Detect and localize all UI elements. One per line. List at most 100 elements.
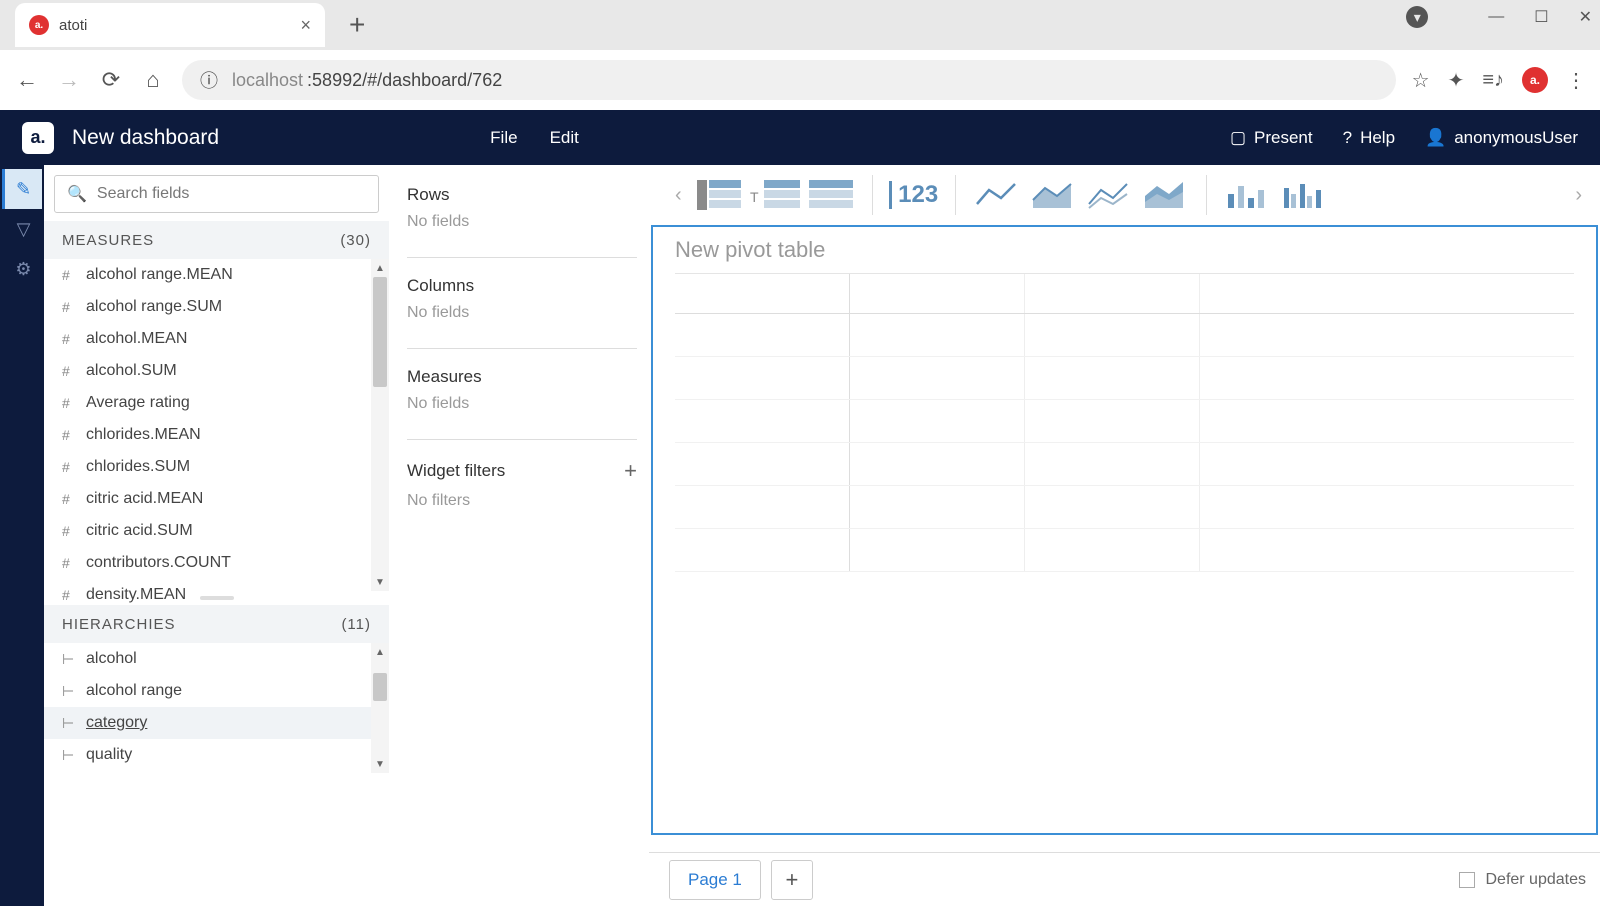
defer-updates[interactable]: Defer updates [1459, 871, 1586, 889]
dropzone-measures[interactable]: Measures No fields [407, 367, 637, 440]
app-header-right: ▢ Present ? Help 👤 anonymousUser [1230, 128, 1578, 148]
hash-icon: # [62, 331, 76, 347]
hierarchy-item-category[interactable]: ⊢category [44, 707, 389, 739]
pivot-header-row [675, 274, 1574, 314]
playlist-icon[interactable]: ≡♪ [1482, 69, 1504, 92]
widget-line-chart-icon[interactable] [972, 177, 1022, 213]
present-icon: ▢ [1230, 128, 1246, 148]
dropzone-filters[interactable]: Widget filters + No filters [407, 458, 637, 536]
filters-title: Widget filters [407, 461, 505, 481]
hash-icon: # [62, 491, 76, 507]
reload-icon[interactable]: ⟳ [98, 67, 124, 93]
forward-icon[interactable]: → [56, 67, 82, 93]
minimize-icon[interactable]: — [1488, 8, 1504, 26]
present-button[interactable]: ▢ Present [1230, 128, 1313, 148]
extensions-icon[interactable]: ✦ [1448, 68, 1465, 93]
back-icon[interactable]: ← [14, 67, 40, 93]
window-controls: ▾ — ☐ ✕ [1406, 6, 1592, 28]
widget-tree-table-icon[interactable]: T [750, 177, 800, 213]
widget-pivot-table-icon[interactable] [694, 177, 744, 213]
maximize-icon[interactable]: ☐ [1534, 7, 1548, 27]
hierarchy-item[interactable]: ⊢alcohol range [44, 675, 389, 707]
hash-icon: # [62, 555, 76, 571]
scroll-thumb[interactable] [373, 277, 387, 387]
measure-item[interactable]: #citric acid.MEAN [44, 483, 389, 515]
toolbar-prev-icon[interactable]: ‹ [669, 184, 688, 207]
info-icon: ⓘ [200, 67, 218, 93]
widget-column-chart-icon[interactable] [1279, 177, 1329, 213]
measures-dz-title: Measures [407, 367, 482, 387]
measure-item[interactable]: #alcohol.SUM [44, 355, 389, 387]
dashboard-title[interactable]: New dashboard [72, 126, 219, 150]
star-icon[interactable]: ☆ [1412, 68, 1430, 93]
widget-multiline-chart-icon[interactable] [1084, 177, 1134, 213]
bottom-bar: Page 1 + Defer updates [649, 852, 1600, 906]
user-menu[interactable]: 👤 anonymousUser [1425, 128, 1578, 148]
filters-empty: No filters [407, 492, 637, 510]
measure-item[interactable]: #citric acid.SUM [44, 515, 389, 547]
measures-scrollbar[interactable]: ▲ ▼ [371, 259, 389, 591]
pivot-row [675, 400, 1574, 443]
rows-empty: No fields [407, 213, 637, 231]
dropzone-columns[interactable]: Columns No fields [407, 276, 637, 349]
scroll-up-icon[interactable]: ▲ [375, 643, 385, 661]
address-bar[interactable]: ⓘ localhost :58992/#/dashboard/762 [182, 60, 1396, 100]
add-filter-icon[interactable]: + [624, 458, 637, 484]
tab-close-icon[interactable]: × [300, 15, 311, 36]
toolbar-next-icon[interactable]: › [1569, 184, 1588, 207]
measures-header[interactable]: MEASURES (30) [44, 221, 389, 259]
user-label: anonymousUser [1454, 128, 1578, 148]
widget-bar-chart-icon[interactable] [1223, 177, 1273, 213]
widget-stacked-area-icon[interactable] [1140, 177, 1190, 213]
dropzone-rows[interactable]: Rows No fields [407, 185, 637, 258]
measures-label: MEASURES [62, 232, 154, 249]
scroll-thumb[interactable] [373, 673, 387, 701]
measure-item[interactable]: #alcohol range.SUM [44, 291, 389, 323]
search-input[interactable]: 🔍 Search fields [54, 175, 379, 213]
account-chevron-icon[interactable]: ▾ [1406, 6, 1428, 28]
rail-edit-icon[interactable]: ✎ [2, 169, 42, 209]
pivot-widget[interactable]: New pivot table [651, 225, 1598, 835]
scroll-up-icon[interactable]: ▲ [375, 259, 385, 277]
widget-table-icon[interactable] [806, 177, 856, 213]
measure-item[interactable]: #density.MEAN [44, 579, 389, 611]
hierarchy-item[interactable]: ⊢quality [44, 739, 389, 771]
hierarchies-scrollbar[interactable]: ▲ ▼ [371, 643, 389, 773]
browser-tab[interactable]: a. atoti × [15, 3, 325, 47]
measures-count: (30) [340, 232, 371, 249]
url-host: localhost [232, 70, 303, 91]
menu-edit[interactable]: Edit [550, 128, 579, 148]
page-tab-1[interactable]: Page 1 [669, 860, 761, 900]
widget-kpi-icon[interactable]: 123 [889, 177, 939, 213]
close-window-icon[interactable]: ✕ [1579, 7, 1592, 27]
present-label: Present [1254, 128, 1313, 148]
rail-filter-icon[interactable]: ▽ [2, 209, 42, 249]
hash-icon: # [62, 587, 76, 603]
defer-checkbox[interactable] [1459, 872, 1475, 888]
measure-item[interactable]: #alcohol range.MEAN [44, 259, 389, 291]
help-label: Help [1360, 128, 1395, 148]
widget-area-chart-icon[interactable] [1028, 177, 1078, 213]
canvas-area: New pivot table [649, 225, 1600, 852]
menu-file[interactable]: File [490, 128, 517, 148]
hash-icon: # [62, 267, 76, 283]
measure-item[interactable]: #chlorides.MEAN [44, 419, 389, 451]
new-tab-button[interactable]: + [349, 9, 365, 41]
help-button[interactable]: ? Help [1343, 128, 1395, 148]
measure-item[interactable]: #alcohol.MEAN [44, 323, 389, 355]
measure-item[interactable]: #contributors.COUNT [44, 547, 389, 579]
pivot-title[interactable]: New pivot table [653, 227, 1596, 273]
kebab-menu-icon[interactable]: ⋮ [1566, 68, 1586, 93]
add-page-button[interactable]: + [771, 860, 813, 900]
rail-puzzle-icon[interactable]: ⚙ [2, 249, 42, 289]
atoti-extension-icon[interactable]: a. [1522, 67, 1548, 93]
home-icon[interactable]: ⌂ [140, 67, 166, 93]
scroll-down-icon[interactable]: ▼ [375, 573, 385, 591]
hash-icon: # [62, 523, 76, 539]
hash-icon: # [62, 459, 76, 475]
hierarchy-item[interactable]: ⊢alcohol [44, 643, 389, 675]
pivot-row [675, 443, 1574, 486]
measure-item[interactable]: #chlorides.SUM [44, 451, 389, 483]
scroll-down-icon[interactable]: ▼ [375, 755, 385, 773]
measure-item[interactable]: #Average rating [44, 387, 389, 419]
